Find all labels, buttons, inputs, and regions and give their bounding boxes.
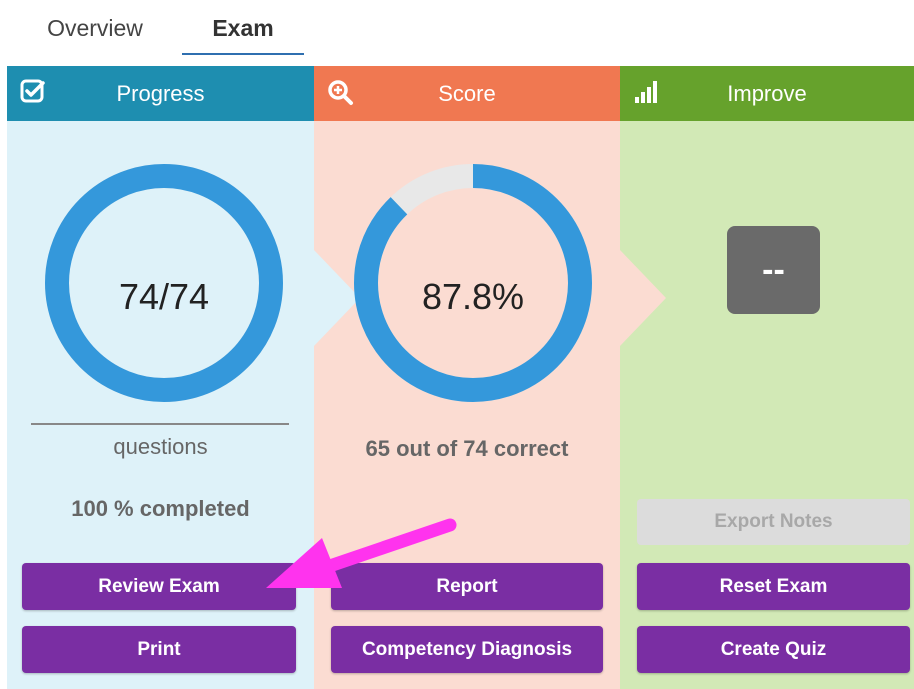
annotation-arrow-head [266, 538, 342, 588]
annotation-arrow-shaft [311, 518, 457, 577]
annotation-arrow [266, 518, 457, 588]
